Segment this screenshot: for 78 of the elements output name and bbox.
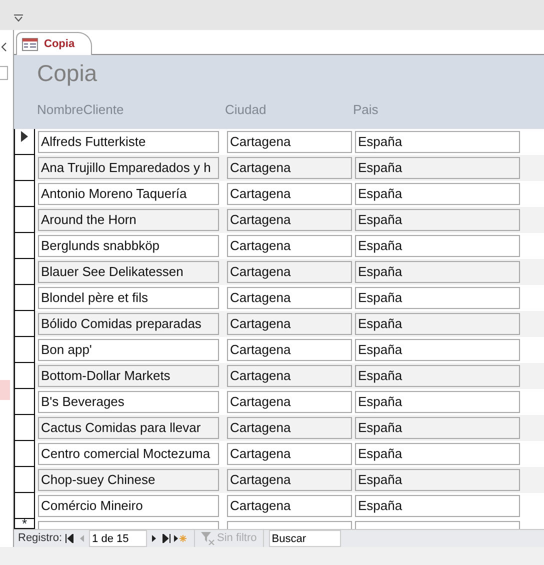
text-field[interactable]: España [355, 131, 520, 153]
record-selector[interactable] [14, 311, 35, 337]
record-selector[interactable] [14, 155, 35, 181]
text-field[interactable]: Alfreds Futterkiste [38, 131, 219, 153]
record-selector[interactable] [14, 285, 35, 311]
dropdown-icon[interactable] [14, 14, 23, 22]
text-field[interactable]: B's Beverages [38, 391, 219, 413]
collapse-icon[interactable] [1, 42, 7, 52]
text-field[interactable]: Cartagena [227, 287, 352, 309]
text-field[interactable]: Chop-suey Chinese [38, 469, 219, 491]
text-field[interactable]: Blauer See Delikatessen [38, 261, 219, 283]
form-icon [22, 38, 38, 50]
record-selector[interactable] [14, 181, 35, 207]
text-field[interactable]: España [355, 183, 520, 205]
record-selector[interactable] [14, 467, 35, 493]
text-field[interactable]: España [355, 443, 520, 465]
record-selector[interactable] [14, 363, 35, 389]
text-field[interactable]: Cartagena [227, 131, 352, 153]
form-title: Copia [37, 60, 98, 88]
record-selector[interactable] [14, 493, 35, 519]
text-field[interactable]: España [355, 235, 520, 257]
last-record-icon[interactable] [162, 534, 172, 543]
text-field[interactable]: España [355, 365, 520, 387]
text-field[interactable]: España [355, 313, 520, 335]
text-field[interactable]: Cartagena [227, 183, 352, 205]
text-field[interactable]: Cartagena [227, 365, 352, 387]
column-label: Ciudad [225, 101, 266, 119]
text-field[interactable]: España [355, 391, 520, 413]
text-field[interactable]: Around the Horn [38, 209, 219, 231]
text-field[interactable]: Bottom-Dollar Markets [38, 365, 219, 387]
text-field[interactable]: España [355, 209, 520, 231]
text-field[interactable]: Cartagena [227, 391, 352, 413]
text-field[interactable]: España [355, 495, 520, 517]
text-field[interactable]: Cartagena [227, 443, 352, 465]
text-field[interactable]: España [355, 261, 520, 283]
text-field[interactable]: Cartagena [227, 339, 352, 361]
text-field[interactable]: Cartagena [227, 469, 352, 491]
text-field[interactable]: Cartagena [227, 235, 352, 257]
text-field[interactable]: Cactus Comidas para llevar [38, 417, 219, 439]
current-record-icon [21, 131, 28, 142]
text-field[interactable]: Bólido Comidas preparadas [38, 313, 219, 335]
text-field[interactable]: Blondel père et fils [38, 287, 219, 309]
text-field[interactable]: España [355, 417, 520, 439]
first-record-icon[interactable] [65, 534, 74, 543]
text-field[interactable]: España [355, 339, 520, 361]
record-selector[interactable] [14, 259, 35, 285]
text-field[interactable]: Berglunds snabbköp [38, 235, 219, 257]
text-field[interactable]: Cartagena [227, 495, 352, 517]
record-selector[interactable] [14, 389, 35, 415]
search-field[interactable] [0, 66, 8, 80]
column-label: NombreCliente [37, 101, 124, 119]
text-field[interactable]: Comércio Mineiro [38, 495, 219, 517]
record-position-field[interactable]: 1 de 15 [89, 530, 148, 547]
record-selector[interactable] [14, 233, 35, 259]
text-field[interactable]: Cartagena [227, 209, 352, 231]
filter-icon [201, 532, 216, 545]
record-selector[interactable] [14, 337, 35, 363]
record-selector[interactable] [14, 415, 35, 441]
text-field[interactable]: Ana Trujillo Emparedados y h [38, 157, 219, 179]
form-tab[interactable]: Copia [16, 32, 92, 55]
record-selector[interactable] [14, 129, 35, 155]
text-field[interactable]: Cartagena [227, 261, 352, 283]
record-label: Registro: [18, 531, 62, 546]
text-field[interactable]: España [355, 469, 520, 491]
text-field[interactable]: Cartagena [227, 417, 352, 439]
new-record-icon[interactable] [174, 534, 188, 543]
text-field[interactable]: Cartagena [227, 157, 352, 179]
text-field[interactable]: Bon app' [38, 339, 219, 361]
text-field[interactable]: Antonio Moreno Taquería [38, 183, 219, 205]
text-field[interactable]: España [355, 287, 520, 309]
text-field[interactable]: Centro comercial Moctezuma [38, 443, 219, 465]
search-field[interactable]: Buscar [268, 530, 341, 547]
text-field[interactable]: España [355, 157, 520, 179]
new-record-selector[interactable]: * [14, 519, 35, 529]
record-selector[interactable] [14, 441, 35, 467]
record-selector[interactable] [14, 207, 35, 233]
text-field[interactable]: Cartagena [227, 313, 352, 335]
column-label: Pais [353, 101, 378, 119]
